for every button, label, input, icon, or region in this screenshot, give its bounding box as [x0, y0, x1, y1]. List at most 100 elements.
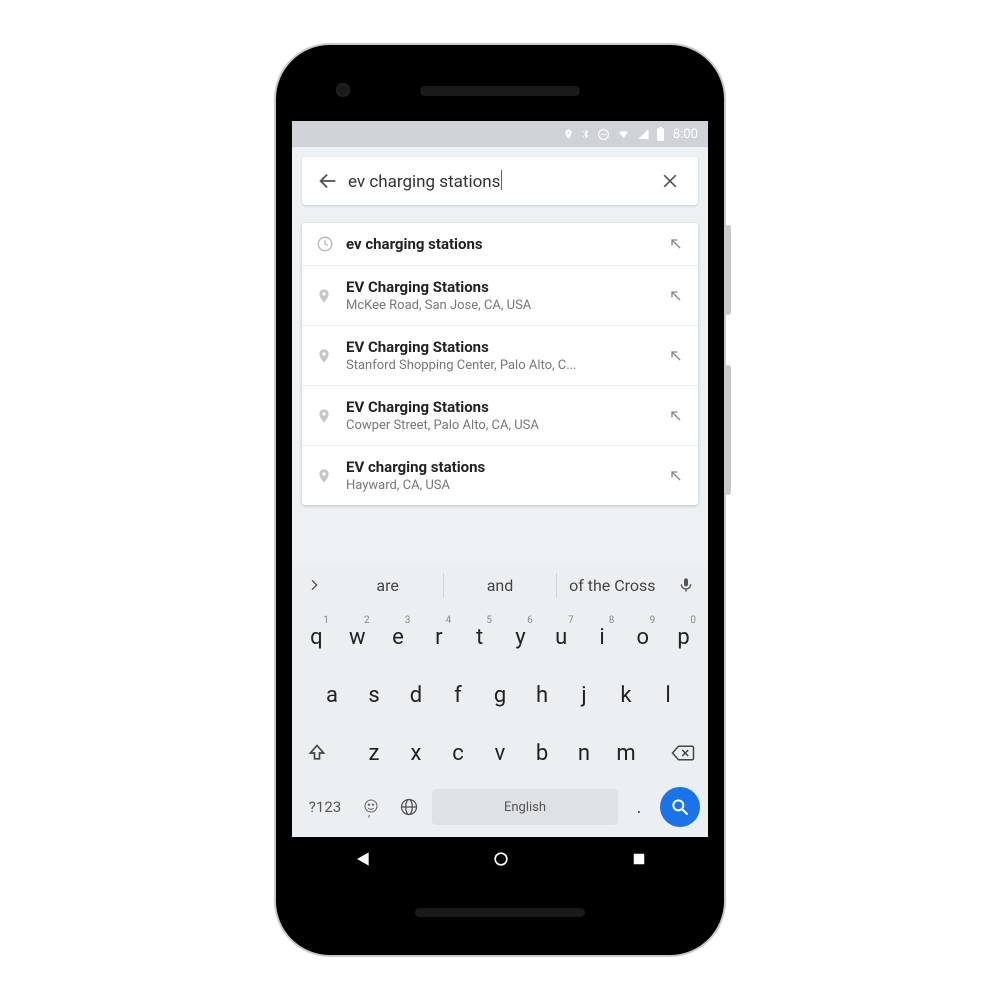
nav-recent-icon	[630, 850, 648, 868]
suggestion-row[interactable]: EV Charging Stations McKee Road, San Jos…	[302, 266, 698, 326]
key-hint: 1	[323, 615, 329, 626]
volume-button[interactable]	[725, 365, 731, 495]
suggestion-subtitle: Hayward, CA, USA	[346, 478, 656, 493]
symbols-key[interactable]: ?123	[300, 798, 350, 816]
pin-icon	[316, 286, 332, 306]
period-key[interactable]: .	[624, 797, 654, 818]
nav-home-icon	[491, 849, 511, 869]
key-q[interactable]: q1	[298, 613, 335, 661]
key-hint: 6	[527, 615, 533, 626]
keyboard-suggestion[interactable]: and	[444, 576, 555, 595]
back-button[interactable]	[308, 161, 348, 201]
keyboard-suggestion[interactable]: are	[332, 576, 443, 595]
status-bar: 8:00	[292, 121, 708, 147]
clear-button[interactable]	[650, 161, 690, 201]
keyboard-bottom-row: ?123 English .	[292, 787, 708, 837]
key-m[interactable]: m	[607, 729, 645, 777]
insert-suggestion-button[interactable]	[664, 468, 688, 484]
phone-inner: 8:00 ev charging stations	[292, 61, 708, 939]
nav-back-button[interactable]	[352, 849, 372, 873]
keyboard-mic-button[interactable]	[668, 567, 704, 603]
keyboard-row: q1w2e3r4t5y6u7i8o9p0	[296, 613, 704, 661]
power-button[interactable]	[725, 225, 731, 315]
suggestion-row[interactable]: EV Charging Stations Stanford Shopping C…	[302, 326, 698, 386]
key-hint: 5	[486, 615, 492, 626]
key-n[interactable]: n	[565, 729, 603, 777]
bottom-speaker-area	[292, 885, 708, 939]
arrow-insert-icon	[668, 408, 684, 424]
key-r[interactable]: r4	[420, 613, 457, 661]
key-b[interactable]: b	[523, 729, 561, 777]
suggestion-row[interactable]: EV charging stations Hayward, CA, USA	[302, 446, 698, 505]
key-k[interactable]: k	[607, 671, 645, 719]
key-o[interactable]: o9	[624, 613, 661, 661]
key-e[interactable]: e3	[380, 613, 417, 661]
arrow-insert-icon	[668, 236, 684, 252]
key-f[interactable]: f	[439, 671, 477, 719]
search-icon	[670, 797, 690, 817]
keyboard-suggestion-bar: are and of the Cross	[292, 563, 708, 607]
keyboard-row: zxcvbnm	[296, 729, 704, 777]
key-h[interactable]: h	[523, 671, 561, 719]
shift-key[interactable]	[298, 729, 336, 777]
key-w[interactable]: w2	[339, 613, 376, 661]
suggestion-title: ev charging stations	[346, 235, 656, 253]
key-d[interactable]: d	[397, 671, 435, 719]
space-key[interactable]: English	[432, 789, 618, 825]
pin-icon	[316, 406, 332, 426]
insert-suggestion-button[interactable]	[664, 236, 688, 252]
suggestion-title: EV charging stations	[346, 458, 656, 476]
suggestion-subtitle: Stanford Shopping Center, Palo Alto, C..…	[346, 358, 656, 373]
language-key[interactable]	[392, 797, 426, 817]
keyboard-search-button[interactable]	[660, 787, 700, 827]
keyboard-expand-button[interactable]	[296, 567, 332, 603]
suggestion-row[interactable]: ev charging stations	[302, 223, 698, 266]
nav-back-icon	[352, 849, 372, 869]
suggestion-row[interactable]: EV Charging Stations Cowper Street, Palo…	[302, 386, 698, 446]
top-speaker-area	[292, 61, 708, 121]
location-icon	[563, 127, 574, 141]
key-hint: 7	[568, 615, 574, 626]
key-g[interactable]: g	[481, 671, 519, 719]
key-j[interactable]: j	[565, 671, 603, 719]
key-z[interactable]: z	[355, 729, 393, 777]
key-a[interactable]: a	[313, 671, 351, 719]
keyboard-suggestion[interactable]: of the Cross	[557, 576, 668, 595]
history-icon	[316, 235, 334, 253]
pin-icon	[316, 466, 332, 486]
suggestions-card: ev charging stations EV Charging Station…	[302, 223, 698, 505]
mic-icon	[678, 576, 694, 594]
key-c[interactable]: c	[439, 729, 477, 777]
nav-recent-button[interactable]	[630, 850, 648, 872]
bottom-speaker	[415, 908, 585, 917]
key-i[interactable]: i8	[584, 613, 621, 661]
battery-icon	[656, 127, 665, 141]
status-time: 8:00	[673, 127, 698, 142]
search-query-text: ev charging stations	[348, 172, 500, 192]
key-t[interactable]: t5	[461, 613, 498, 661]
nav-home-button[interactable]	[491, 849, 511, 873]
phone-frame: 8:00 ev charging stations	[276, 45, 724, 955]
key-l[interactable]: l	[649, 671, 687, 719]
suggestion-title: EV Charging Stations	[346, 398, 656, 416]
key-u[interactable]: u7	[543, 613, 580, 661]
wifi-icon	[616, 128, 631, 140]
key-y[interactable]: y6	[502, 613, 539, 661]
dnd-icon	[597, 128, 610, 141]
cell-signal-icon	[637, 128, 650, 140]
search-bar-container: ev charging stations	[292, 147, 708, 205]
screen: 8:00 ev charging stations	[292, 121, 708, 837]
key-v[interactable]: v	[481, 729, 519, 777]
close-icon	[660, 171, 680, 191]
insert-suggestion-button[interactable]	[664, 288, 688, 304]
emoji-key[interactable]	[356, 798, 386, 817]
text-cursor	[501, 170, 502, 190]
key-x[interactable]: x	[397, 729, 435, 777]
backspace-key[interactable]	[664, 729, 702, 777]
search-input[interactable]: ev charging stations	[348, 170, 650, 192]
key-s[interactable]: s	[355, 671, 393, 719]
suggestion-title: EV Charging Stations	[346, 338, 656, 356]
key-p[interactable]: p0	[665, 613, 702, 661]
insert-suggestion-button[interactable]	[664, 348, 688, 364]
insert-suggestion-button[interactable]	[664, 408, 688, 424]
